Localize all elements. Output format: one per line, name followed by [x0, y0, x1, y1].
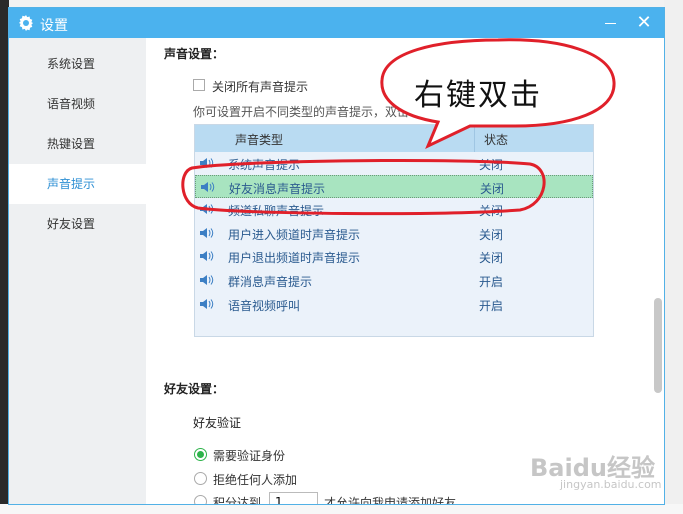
sound-section-title: 声音设置： — [164, 47, 225, 61]
row-sound-type: 用户进入频道时声音提示 — [228, 228, 361, 242]
window-title: 设置 — [40, 18, 68, 34]
table-row[interactable]: 系统声音提示 关闭 — [195, 152, 593, 175]
row-status[interactable]: 开启 — [479, 273, 503, 290]
radio-label-score-threshold[interactable]: 积分达到 — [213, 494, 261, 504]
sidebar-item-sound[interactable]: 声音提示 — [9, 164, 146, 204]
sidebar-item-system[interactable]: 系统设置 — [9, 44, 146, 84]
score-suffix-text: 才允许向我申请添加好友 — [324, 496, 457, 505]
row-sound-type: 语音视频呼叫 — [228, 299, 301, 313]
speaker-icon — [200, 251, 214, 261]
radio-require-verify[interactable] — [194, 448, 207, 461]
table-row-selected[interactable]: 好友消息声音提示 关闭 — [195, 175, 593, 198]
sidebar: 系统设置 语音视频 热键设置 声音提示 好友设置 — [9, 38, 146, 504]
watermark-url: jingyan.baidu.com — [560, 478, 662, 491]
radio-label-reject-all[interactable]: 拒绝任何人添加 — [213, 471, 297, 488]
speaker-icon — [201, 182, 215, 192]
minimize-icon — [605, 23, 616, 24]
row-status[interactable]: 关闭 — [479, 249, 503, 266]
vertical-scrollbar-thumb[interactable] — [654, 298, 662, 393]
friend-verify-title: 好友验证 — [193, 416, 242, 430]
row-status[interactable]: 关闭 — [479, 156, 503, 173]
table-row[interactable]: 群消息声音提示 开启 — [195, 269, 593, 292]
radio-score-threshold[interactable] — [194, 495, 207, 504]
title-bar[interactable]: 设置 ✕ — [9, 8, 664, 38]
column-divider — [474, 125, 475, 152]
table-header: 声音类型 状态 — [195, 125, 593, 152]
column-header-type[interactable]: 声音类型 — [235, 131, 283, 148]
annotation-text: 右键双击 — [414, 78, 542, 113]
settings-window: 设置 ✕ 系统设置 语音视频 热键设置 声音提示 好友设置 声音设置： 关闭所有… — [8, 7, 665, 505]
row-status[interactable]: 关闭 — [479, 202, 503, 219]
table-row[interactable]: 语音视频呼叫 开启 — [195, 293, 593, 316]
mute-all-label[interactable]: 关闭所有声音提示 — [212, 78, 308, 95]
row-sound-type: 频道私聊声音提示 — [228, 204, 325, 218]
score-threshold-input[interactable] — [269, 492, 318, 504]
radio-reject-all[interactable] — [194, 472, 207, 485]
sidebar-item-voice-video[interactable]: 语音视频 — [9, 84, 146, 124]
close-button[interactable]: ✕ — [631, 11, 657, 35]
friend-section-title: 好友设置： — [164, 382, 225, 396]
mute-all-checkbox[interactable] — [193, 79, 205, 91]
speaker-icon — [200, 228, 214, 238]
row-status[interactable]: 关闭 — [479, 226, 503, 243]
row-sound-type: 好友消息声音提示 — [229, 182, 326, 196]
column-header-status[interactable]: 状态 — [484, 131, 508, 148]
settings-content: 声音设置： 关闭所有声音提示 你可设置开启不同类型的声音提示，双击可以切换"状态… — [146, 38, 664, 505]
row-sound-type: 系统声音提示 — [228, 158, 301, 172]
row-status[interactable]: 开启 — [479, 297, 503, 314]
gear-icon — [19, 15, 33, 31]
desktop-right-strip — [664, 0, 683, 514]
sidebar-item-friends[interactable]: 好友设置 — [9, 204, 146, 244]
table-row[interactable]: 用户退出频道时声音提示 关闭 — [195, 245, 593, 268]
row-sound-type: 用户退出频道时声音提示 — [228, 251, 361, 265]
sound-type-table: 声音类型 状态 系统声音提示 关闭 好友消息声音提示 关闭 频道私聊声音提示 关… — [194, 124, 594, 337]
radio-label-require-verify[interactable]: 需要验证身份 — [213, 447, 285, 464]
minimize-button[interactable] — [597, 11, 623, 35]
speaker-icon — [200, 158, 214, 168]
table-row[interactable]: 频道私聊声音提示 关闭 — [195, 198, 593, 221]
speaker-icon — [200, 204, 214, 214]
row-sound-type: 群消息声音提示 — [228, 275, 313, 289]
desktop-bottom-strip — [0, 504, 683, 514]
speaker-icon — [200, 299, 214, 309]
row-status[interactable]: 关闭 — [480, 180, 504, 197]
speaker-icon — [200, 275, 214, 285]
table-row[interactable]: 用户进入频道时声音提示 关闭 — [195, 222, 593, 245]
sidebar-item-hotkeys[interactable]: 热键设置 — [9, 124, 146, 164]
